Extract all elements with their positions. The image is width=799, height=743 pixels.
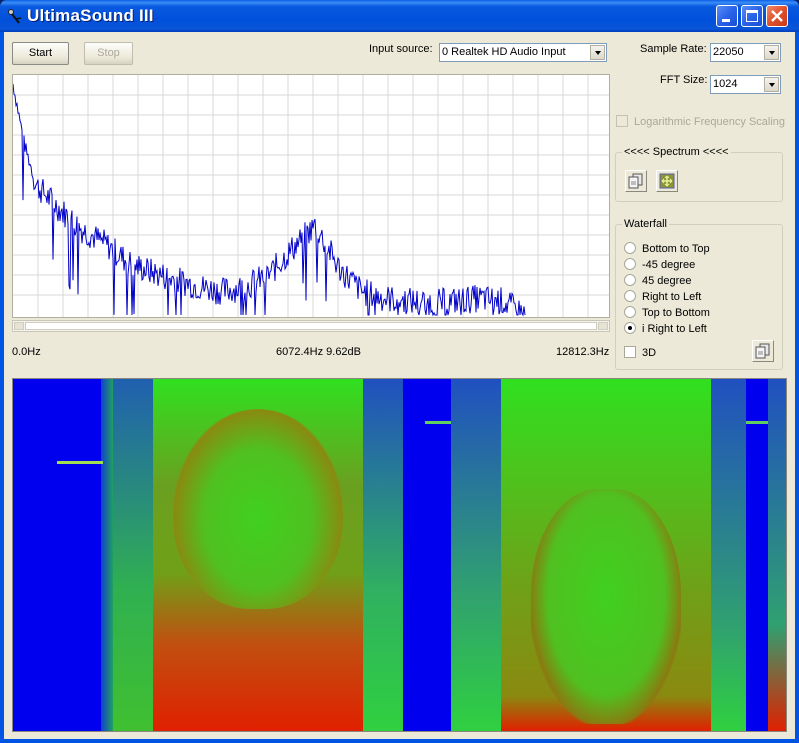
waterfall-band	[101, 379, 113, 731]
spectrum-scrollbar[interactable]	[12, 320, 610, 332]
input-source-value: 0 Realtek HD Audio Input	[442, 46, 566, 58]
radio-button[interactable]	[624, 258, 636, 271]
waterfall-band	[711, 379, 746, 731]
min-frequency-label: 0.0Hz	[12, 346, 41, 358]
waterfall-face-region-inverted	[501, 379, 711, 731]
radio-label: Top to Bottom	[642, 307, 710, 319]
copy-spectrum-button[interactable]	[625, 170, 647, 192]
app-window: UltimaSound III Start Stop Input source:…	[0, 0, 799, 743]
radio-button-selected[interactable]	[624, 322, 636, 335]
three-d-option[interactable]: 3D	[624, 346, 657, 363]
start-button[interactable]: Start	[12, 42, 69, 65]
waterfall-mode-right-to-left[interactable]: Right to Left	[624, 290, 702, 307]
input-source-select[interactable]: 0 Realtek HD Audio Input	[439, 43, 607, 62]
maximize-icon	[746, 10, 758, 22]
max-frequency-label: 12812.3Hz	[556, 346, 610, 358]
log-scaling-option[interactable]: Logarithmic Frequency Scaling	[616, 115, 786, 128]
log-scaling-checkbox[interactable]	[616, 115, 628, 128]
copy-waterfall-button[interactable]	[752, 340, 774, 362]
log-scaling-label: Logarithmic Frequency Scaling	[634, 116, 786, 128]
waterfall-mode-minus-45[interactable]: -45 degree	[624, 258, 696, 275]
waterfall-band	[768, 379, 786, 731]
radio-label: Bottom to Top	[642, 243, 710, 255]
waterfall-tone-line	[425, 421, 451, 424]
spectrum-chart	[12, 75, 614, 317]
radio-label: Right to Left	[642, 291, 702, 303]
waterfall-band	[451, 379, 501, 731]
waterfall-mode-bottom-to-top[interactable]: Bottom to Top	[624, 242, 710, 259]
close-button[interactable]	[766, 5, 788, 27]
waterfall-group-title: Waterfall	[622, 218, 669, 230]
waterfall-tone-line	[57, 461, 103, 464]
microphone-app-icon	[8, 9, 22, 24]
face-shape	[531, 489, 681, 724]
radio-button[interactable]	[624, 290, 636, 303]
radio-label: -45 degree	[642, 259, 696, 271]
waterfall-mode-i-right-to-left[interactable]: i Right to Left	[624, 322, 707, 339]
fft-size-select[interactable]: 1024	[710, 75, 781, 94]
fft-size-value: 1024	[713, 78, 738, 90]
copy-icon	[755, 343, 770, 359]
face-shape	[173, 409, 343, 609]
chevron-down-icon[interactable]	[764, 45, 779, 60]
waterfall-tone-line	[746, 421, 768, 424]
fft-size-label: FFT Size:	[660, 74, 708, 86]
fit-icon	[659, 173, 675, 189]
waterfall-spectrogram[interactable]	[12, 378, 787, 732]
client-area: Start Stop Input source: 0 Realtek HD Au…	[4, 32, 795, 739]
chevron-down-icon[interactable]	[590, 45, 605, 60]
minimize-button[interactable]	[716, 5, 738, 27]
three-d-checkbox[interactable]	[624, 346, 636, 359]
close-icon	[771, 10, 783, 22]
maximize-button[interactable]	[741, 5, 763, 27]
sample-rate-value: 22050	[713, 46, 744, 58]
radio-label: i Right to Left	[642, 323, 707, 335]
waterfall-mode-45[interactable]: 45 degree	[624, 274, 692, 291]
cursor-readout: 6072.4Hz 9.62dB	[276, 346, 362, 358]
copy-icon	[628, 173, 643, 189]
three-d-label: 3D	[642, 347, 657, 359]
sample-rate-label: Sample Rate:	[640, 43, 707, 55]
radio-button[interactable]	[624, 242, 636, 255]
spectrum-series-line	[12, 83, 526, 317]
stop-button[interactable]: Stop	[84, 42, 133, 65]
spectrum-group-title: <<<< Spectrum <<<<	[622, 146, 731, 158]
radio-button[interactable]	[624, 274, 636, 287]
window-title: UltimaSound III	[27, 6, 154, 25]
scroll-left-arrow[interactable]	[14, 322, 24, 330]
scroll-right-arrow[interactable]	[598, 322, 608, 330]
minimize-icon	[722, 19, 730, 22]
chevron-down-icon[interactable]	[764, 77, 779, 92]
waterfall-group: Waterfall Bottom to Top -45 degree 45 de…	[615, 218, 783, 370]
scroll-thumb[interactable]	[25, 322, 597, 330]
waterfall-band	[363, 379, 403, 731]
radio-label: 45 degree	[642, 275, 692, 287]
input-source-label: Input source:	[369, 43, 433, 55]
title-bar[interactable]: UltimaSound III	[0, 0, 799, 32]
waterfall-mode-top-to-bottom[interactable]: Top to Bottom	[624, 306, 710, 323]
radio-button[interactable]	[624, 306, 636, 319]
fit-spectrum-button[interactable]	[656, 170, 678, 192]
spectrum-group: <<<< Spectrum <<<<	[615, 146, 783, 202]
waterfall-face-region	[153, 379, 363, 731]
sample-rate-select[interactable]: 22050	[710, 43, 781, 62]
spectrum-plot[interactable]	[12, 74, 614, 318]
waterfall-band	[113, 379, 153, 731]
